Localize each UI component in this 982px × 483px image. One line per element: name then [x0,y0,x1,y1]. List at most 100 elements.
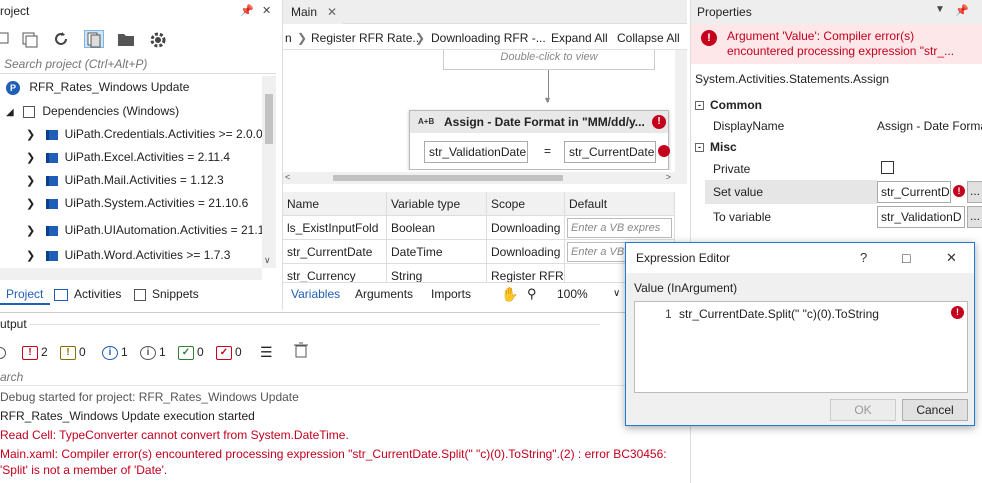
scrollbar-thumb[interactable] [333,175,563,181]
expression-code-editor[interactable]: 1 str_CurrentDate.Split(" "c)(0).ToStrin… [634,301,968,393]
tab-arguments[interactable]: Arguments [355,283,413,305]
failure-filter[interactable]: ✓ 0 [216,342,242,362]
table-cell[interactable]: Downloading [487,216,565,240]
errors-filter[interactable]: ! 2 [22,342,48,362]
list-options-icon[interactable]: ☰ [260,342,273,362]
assign-value-field[interactable]: str_CurrentDate [564,141,656,163]
workflow-canvas[interactable]: Double-click to view ▼ A+B Assign - Date… [283,50,675,170]
scrollbar-thumb[interactable] [265,94,273,144]
to-variable-ellipsis-button[interactable]: ... [967,206,982,228]
zoom-level[interactable]: 100% [557,283,588,305]
set-value-ellipsis-button[interactable]: ... [967,181,982,203]
package-item[interactable]: ❯ UiPath.System.Activities = 21.10.6 [26,192,248,215]
expand-icon[interactable] [20,30,40,48]
breadcrumb-item[interactable]: n [285,26,292,50]
cancel-button[interactable]: Cancel [902,399,968,421]
breadcrumb-item[interactable]: Register RFR Rate... [311,26,422,50]
scroll-left-icon[interactable]: < [285,172,290,182]
project-root[interactable]: P RFR_Rates_Windows Update [6,76,189,99]
package-item[interactable]: ❯ UiPath.Credentials.Activities >= 2.0.0 [26,123,263,146]
grid-header-scope[interactable]: Scope [487,192,565,216]
section-collapse-icon[interactable]: - [695,143,704,153]
package-item[interactable]: ❯ UiPath.Excel.Activities = 2.11.4 [26,146,230,169]
assign-equals: = [544,144,552,158]
collapsed-activity[interactable]: Double-click to view [443,50,655,70]
section-misc[interactable]: - Misc [695,135,737,159]
tab-snippets[interactable]: Snippets [134,283,199,305]
table-cell[interactable]: String [387,264,487,282]
clear-output-icon[interactable] [0,342,6,362]
zoom-search-icon[interactable]: ⚲ [527,283,537,305]
default-input[interactable]: Enter a VB expres [567,218,672,238]
dependencies-node[interactable]: ◢ Dependencies (Windows) [6,100,179,123]
tab-activities[interactable]: Activities [54,283,121,305]
collapse-all-icon[interactable] [0,30,20,48]
chevron-right-icon[interactable]: ❯ [26,225,35,237]
tab-imports[interactable]: Imports [431,283,471,305]
assign-to-field[interactable]: str_ValidationDate [424,141,528,163]
expression-code[interactable]: str_CurrentDate.Split(" "c)(0).ToString [679,307,879,321]
to-variable-field[interactable]: str_ValidationD [877,206,965,228]
chevron-right-icon[interactable]: ❯ [26,198,35,210]
table-cell[interactable]: str_CurrentDate [283,240,387,264]
table-cell[interactable]: ls_ExistInputFold [283,216,387,240]
chevron-right-icon[interactable]: ❯ [26,250,35,262]
section-collapse-icon[interactable]: - [695,101,704,111]
ok-button[interactable]: OK [830,399,896,421]
assign-activity[interactable]: A+B Assign - Date Format in "MM/dd/y... … [409,110,670,170]
maximize-button[interactable]: □ [902,243,910,273]
grid-header-default[interactable]: Default [565,192,675,216]
grid-header-name[interactable]: Name [283,192,387,216]
project-hscrollbar[interactable] [0,268,262,280]
pan-hand-icon[interactable]: ✋ [501,283,518,305]
close-button[interactable]: ✕ [946,243,957,273]
project-scrollbar[interactable]: ∨ [262,76,276,268]
trash-icon[interactable] [294,342,308,362]
table-cell[interactable]: Downloading [487,240,565,264]
private-checkbox[interactable] [881,161,894,174]
grid-header-type[interactable]: Variable type [387,192,487,216]
dropdown-icon[interactable]: ▼ [935,4,945,15]
success-filter[interactable]: ✓ 0 [178,342,204,362]
show-all-files-icon[interactable] [84,30,104,48]
tab-project[interactable]: Project [0,283,50,305]
scroll-down-icon[interactable]: ∨ [264,255,271,266]
prop-display-name-value[interactable]: Assign - Date Forma [877,114,982,138]
package-item[interactable]: ❯ UiPath.Mail.Activities = 1.12.3 [26,169,224,192]
filter-count: 0 [197,345,204,359]
warnings-filter[interactable]: ! 0 [60,342,86,362]
chevron-down-icon[interactable]: ◢ [6,107,14,118]
table-cell[interactable]: Register RFR R [487,264,565,282]
chevron-right-icon[interactable]: ❯ [26,129,35,141]
zoom-dropdown-icon[interactable]: ∨ [613,283,620,305]
folder-icon[interactable] [116,30,136,48]
info-filter[interactable]: i1 [102,342,128,362]
help-button[interactable]: ? [860,243,867,273]
chevron-right-icon[interactable]: ❯ [26,152,35,164]
pin-icon[interactable]: 📌 [955,4,969,17]
expand-all-button[interactable]: Expand All [551,26,608,50]
designer-tab[interactable]: Main ✕ [283,0,343,24]
canvas-vscrollbar[interactable] [675,50,687,184]
package-item[interactable]: ❯ UiPath.Word.Activities >= 1.7.3 [26,244,230,267]
tab-variables[interactable]: Variables [291,283,340,305]
table-cell[interactable]: DateTime [387,240,487,264]
refresh-icon[interactable] [52,30,72,48]
collapse-all-button[interactable]: Collapse All [617,26,680,50]
pin-icon[interactable]: 📌 [240,4,254,17]
project-search-input[interactable] [0,54,276,74]
table-cell[interactable]: str_Currency [283,264,387,282]
trace-filter[interactable]: i1 [140,342,166,362]
package-item[interactable]: ❯ UiPath.UIAutomation.Activities = 21.1 [26,219,264,242]
canvas-hscrollbar[interactable]: < > [283,172,675,184]
info-icon: i [102,345,118,360]
set-value-field[interactable]: str_CurrentD [877,181,951,203]
scroll-right-icon[interactable]: > [666,172,671,182]
table-cell[interactable]: Boolean [387,216,487,240]
close-icon[interactable]: ✕ [262,4,271,17]
chevron-right-icon[interactable]: ❯ [26,175,35,187]
close-tab-icon[interactable]: ✕ [327,0,337,24]
gear-icon[interactable] [148,30,168,48]
breadcrumb-item[interactable]: Downloading RFR -... [431,26,546,50]
output-search-input[interactable] [0,368,686,386]
